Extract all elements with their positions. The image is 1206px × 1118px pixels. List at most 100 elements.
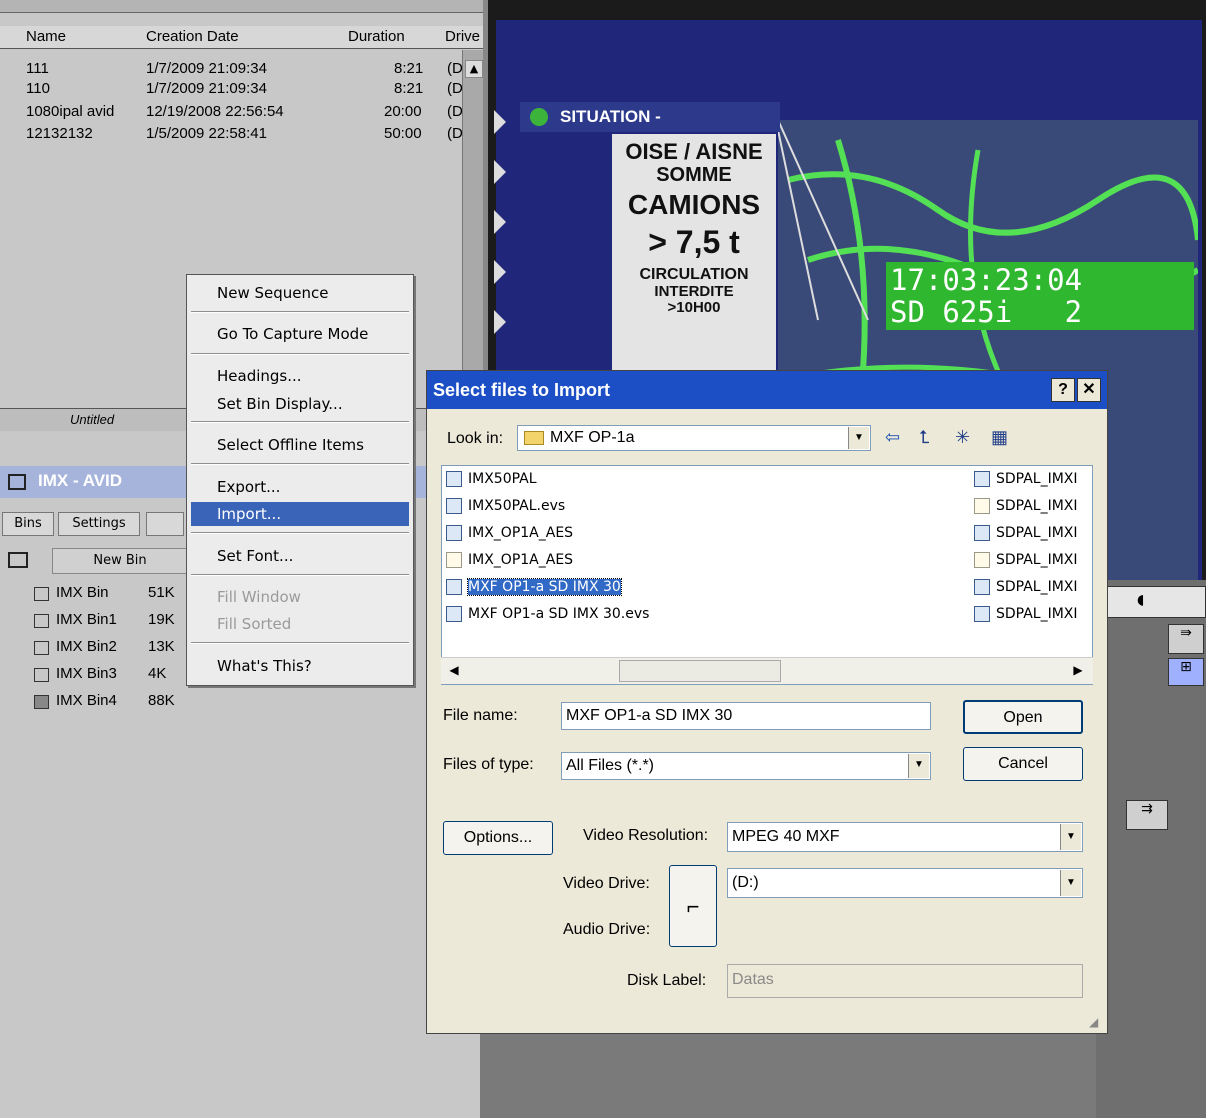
arrow-right-icon: ⇉ [1141,801,1153,817]
file-item[interactable]: SDPAL_IMXI [972,468,1078,490]
clip-date: 12/19/2008 22:56:54 [146,103,284,120]
file-item[interactable]: SDPAL_IMXI [972,522,1078,544]
bin-context-menu: New Sequence Go To Capture Mode Headings… [186,274,414,686]
chevron-down-icon[interactable]: ▼ [908,754,929,778]
bin-icon[interactable] [8,552,28,568]
video-resolution-value: MPEG 40 MXF [732,828,840,845]
table-row[interactable]: 111 1/7/2009 21:09:34 8:21 (D [0,60,463,80]
tab-bins[interactable]: Bins [2,512,54,536]
bin-size: 51K [148,584,175,601]
bin-name: IMX Bin4 [56,692,117,709]
menu-item-export[interactable]: Export... [191,475,409,499]
table-row[interactable]: 1080ipal avid 12/19/2008 22:56:54 20:00 … [0,103,463,123]
file-name-field[interactable]: MXF OP1-a SD IMX 30 [561,702,931,730]
file-item[interactable]: SDPAL_IMXI [972,603,1078,625]
clip-name: 111 [26,60,49,77]
file-item[interactable]: IMX50PAL [444,468,537,490]
file-item-selected[interactable]: MXF OP1-a SD IMX 30 [444,576,622,598]
menu-item-set-bin-display[interactable]: Set Bin Display... [191,392,409,416]
audio-drive-label: Audio Drive: [563,921,651,938]
table-row[interactable]: 12132132 1/5/2009 22:58:41 50:00 (D [0,125,463,145]
bin-name: IMX Bin2 [56,638,117,655]
clip-date: 1/7/2009 21:09:34 [146,60,267,77]
file-list-horizontal-scrollbar[interactable]: ◀ ▶ [441,657,1093,684]
tool-button[interactable]: ⇛ [1168,624,1204,654]
video-drive-label: Video Drive: [563,875,650,892]
video-resolution-select[interactable]: MPEG 40 MXF ▼ [727,822,1083,852]
clip-name: 110 [26,80,50,97]
bin-icon [34,641,49,655]
files-of-type-select[interactable]: All Files (*.*) ▼ [561,752,931,780]
view-menu-icon[interactable]: ▦ [991,427,1008,448]
file-name: SDPAL_IMXI [996,552,1078,568]
link-drives-button[interactable]: ⌐ [669,865,717,947]
chevron-down-icon[interactable]: ▼ [1060,870,1081,896]
green-dot-icon [530,108,548,126]
file-name: IMX_OP1A_AES [468,552,574,568]
close-button[interactable]: ✕ [1077,378,1101,402]
help-button[interactable]: ? [1051,378,1075,402]
tool-button[interactable]: ⊞ [1168,658,1204,686]
scroll-up-arrow-icon[interactable]: ▲ [465,60,483,78]
link-bracket-icon: ⌐ [686,894,700,919]
tab-format[interactable] [146,512,184,536]
column-header-duration[interactable]: Duration [348,28,405,45]
new-folder-icon[interactable]: ✳ [955,427,970,448]
menu-item-select-offline-items[interactable]: Select Offline Items [191,433,409,457]
file-item[interactable]: MXF OP1-a SD IMX 30.evs [444,603,649,625]
up-folder-icon[interactable]: ⮤ [919,427,930,448]
media-file-icon [446,471,462,487]
disk-label-value: Datas [732,971,774,988]
menu-item-import[interactable]: Import... [191,502,409,526]
open-button[interactable]: Open [963,700,1083,734]
bin-vertical-scrollbar[interactable]: ▲ [462,50,485,410]
scroll-left-arrow-icon[interactable]: ◀ [445,661,463,679]
tab-settings[interactable]: Settings [58,512,140,536]
options-button[interactable]: Options... [443,821,553,855]
folder-icon [524,431,544,445]
chevron-right-icon [494,310,506,334]
file-item[interactable]: SDPAL_IMXI [972,495,1078,517]
menu-separator [191,311,409,313]
resize-grip-icon[interactable]: ◢ [1089,1015,1098,1029]
cancel-button[interactable]: Cancel [963,747,1083,781]
tool-button[interactable]: ⇉ [1126,800,1168,830]
new-bin-button[interactable]: New Bin [52,548,188,574]
look-in-select[interactable]: MXF OP-1a ▼ [517,425,871,451]
chevron-down-icon[interactable]: ▼ [848,427,869,449]
file-item[interactable]: IMX_OP1A_AES [444,522,573,544]
file-item[interactable]: IMX_OP1A_AES [444,549,573,571]
column-header-drive[interactable]: Drive [445,28,480,45]
table-row[interactable]: 110 1/7/2009 21:09:34 8:21 (D [0,80,463,100]
scroll-right-arrow-icon[interactable]: ▶ [1069,661,1087,679]
clip-name: 1080ipal avid [26,103,115,120]
file-item[interactable]: SDPAL_IMXI [972,549,1078,571]
menu-item-new-sequence[interactable]: New Sequence [191,281,409,305]
menu-item-go-to-capture-mode[interactable]: Go To Capture Mode [191,322,409,346]
menu-item-headings[interactable]: Headings... [191,364,409,388]
sign-line: > 7,5 t [648,223,740,260]
file-name: MXF OP1-a SD IMX 30.evs [468,606,650,622]
tool-button[interactable]: ◖ [1096,586,1206,618]
chevron-down-icon[interactable]: ▼ [1060,824,1081,850]
file-list[interactable]: IMX50PAL IMX50PAL.evs IMX_OP1A_AES IMX_O… [441,465,1093,685]
back-arrow-icon[interactable]: ⇦ [885,427,900,448]
menu-separator [191,463,409,465]
bin-tab-strip[interactable] [0,0,488,13]
menu-item-set-font[interactable]: Set Font... [191,544,409,568]
column-header-creation-date[interactable]: Creation Date [146,28,239,45]
video-road-sign: OISE / AISNE SOMME CAMIONS > 7,5 t CIRCU… [612,134,776,374]
chevron-right-icon [494,260,506,284]
scroll-thumb[interactable] [619,660,781,682]
column-header-name[interactable]: Name [26,28,66,45]
dialog-title-bar[interactable]: Select files to Import ? ✕ [427,371,1107,409]
clip-duration: 50:00 [384,125,422,142]
project-window-icon [8,474,26,490]
import-dialog: Select files to Import ? ✕ Look in: MXF … [426,370,1108,1034]
file-item[interactable]: IMX50PAL.evs [444,495,565,517]
menu-item-whats-this[interactable]: What's This? [191,654,409,678]
disk-label-label: Disk Label: [627,972,707,989]
video-drive-select[interactable]: (D:) ▼ [727,868,1083,898]
chevron-right-icon [494,160,506,184]
file-item[interactable]: SDPAL_IMXI [972,576,1078,598]
